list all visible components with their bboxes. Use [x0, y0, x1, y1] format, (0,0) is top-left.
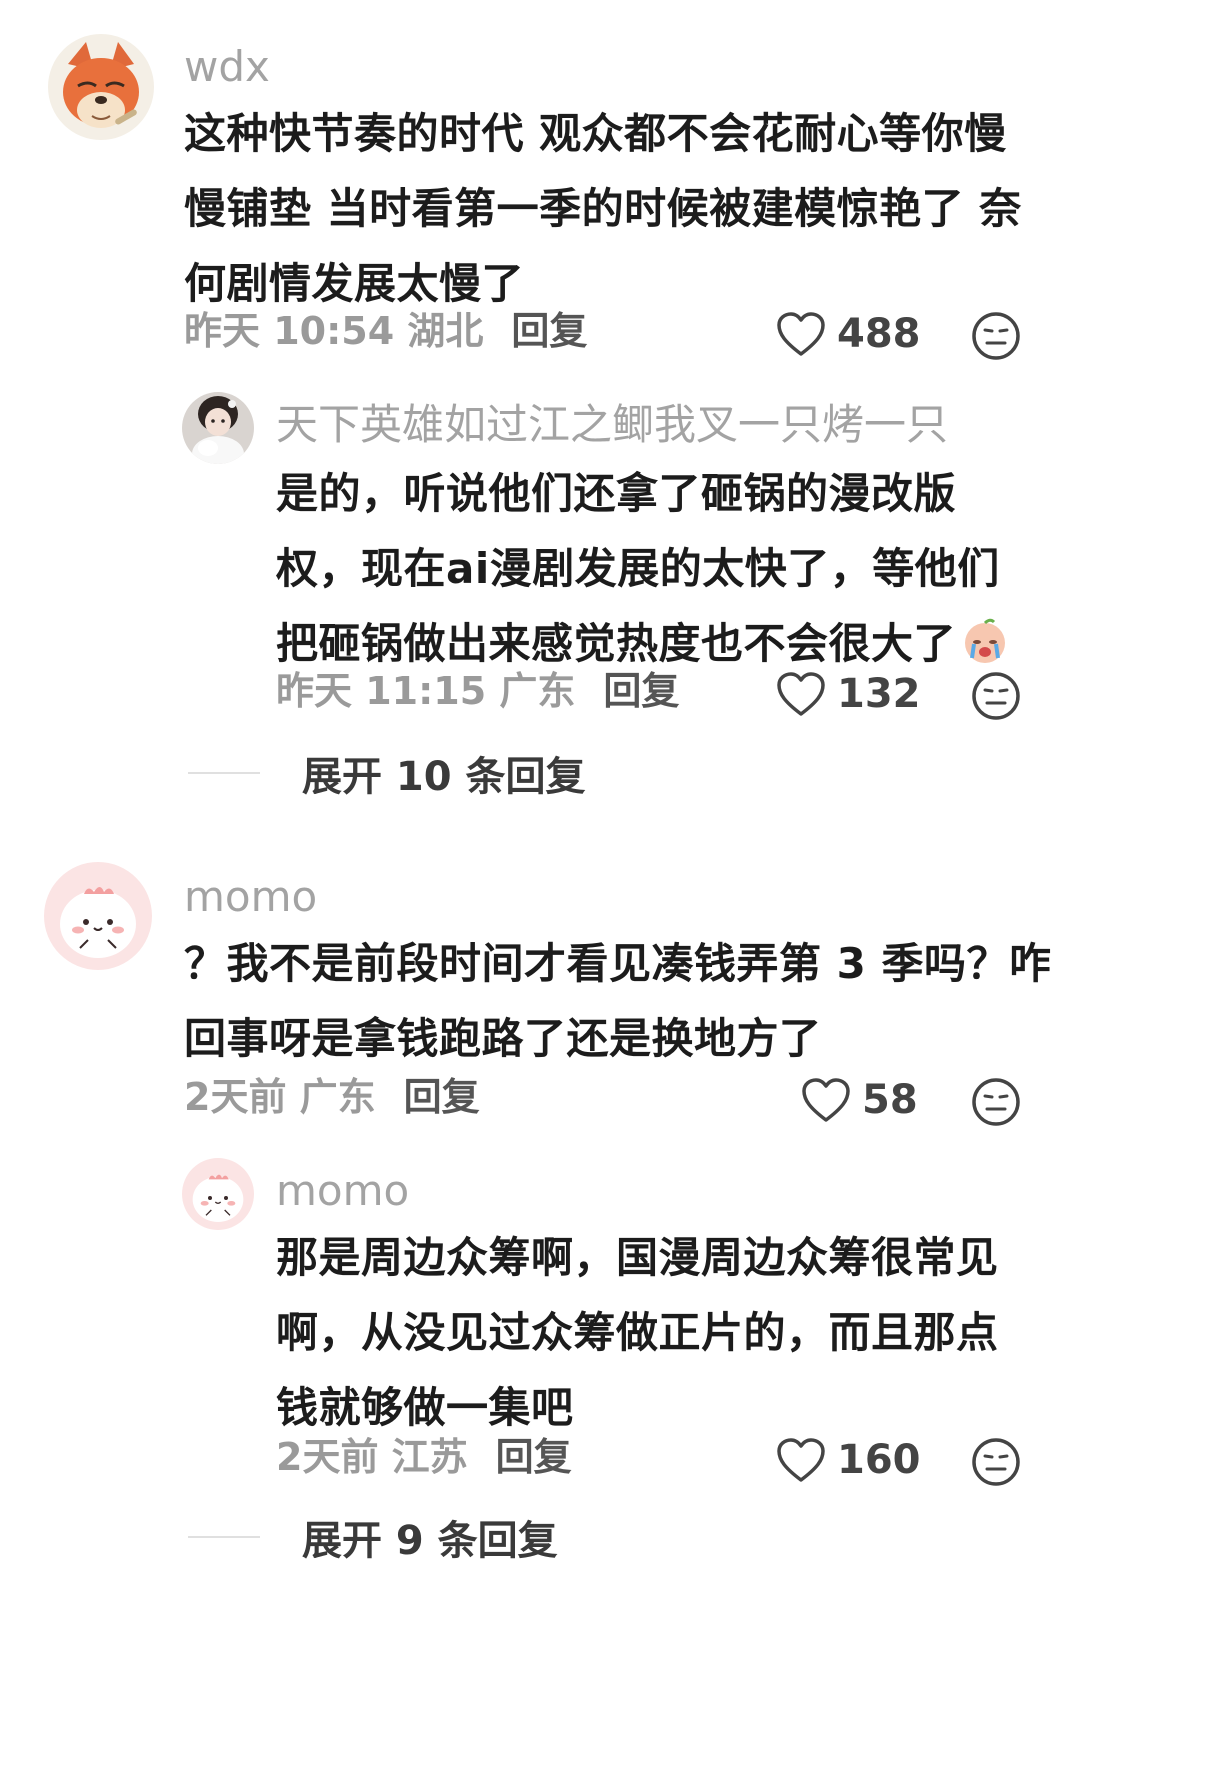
like-count: 58 — [862, 1077, 918, 1123]
comment-meta: 昨天 10:54 湖北 回复 — [184, 312, 587, 350]
timestamp-location: 2天前 江苏 — [276, 1435, 468, 1479]
reply-button[interactable]: 回复 — [603, 669, 679, 713]
comment-meta: 2天前 广东 回复 — [184, 1078, 480, 1116]
like-button[interactable]: 132 — [775, 670, 921, 718]
crying-face-emoji-icon — [965, 618, 1006, 663]
pink-dino-avatar-icon — [182, 1158, 254, 1230]
heart-icon — [777, 312, 825, 356]
comment-text: ？我不是前段时间才看见凑钱弄第 3 季吗？咋 回事呀是拿钱跑路了还是换地方了 — [184, 939, 1052, 1063]
heart-icon — [802, 1078, 850, 1122]
dislike-face-icon[interactable] — [970, 670, 1022, 722]
divider — [188, 1536, 260, 1538]
like-button[interactable]: 58 — [800, 1076, 918, 1124]
reply-button[interactable]: 回复 — [511, 309, 587, 353]
like-count: 160 — [837, 1437, 921, 1483]
expand-replies-label: 展开 9 条回复 — [302, 1518, 558, 1564]
reply-text: 是的，听说他们还拿了砸锅的漫改版 权，现在ai漫剧发展的太快了，等他们 把砸锅做… — [276, 456, 1010, 681]
avatar[interactable] — [182, 1158, 254, 1230]
expand-replies-button[interactable]: 展开 9 条回复 — [188, 1508, 558, 1566]
username[interactable]: momo — [184, 876, 317, 918]
avatar[interactable] — [48, 34, 154, 140]
avatar[interactable] — [182, 392, 254, 464]
girl-with-cat-avatar-icon — [182, 392, 254, 464]
heart-icon — [777, 1438, 825, 1482]
expand-replies-label: 展开 10 条回复 — [302, 754, 586, 800]
like-button[interactable]: 488 — [775, 310, 921, 358]
avatar[interactable] — [44, 862, 152, 970]
reply-meta: 昨天 11:15 广东 回复 — [276, 672, 679, 710]
username[interactable]: wdx — [184, 46, 270, 88]
expand-replies-button[interactable]: 展开 10 条回复 — [188, 744, 586, 802]
username[interactable]: momo — [276, 1170, 409, 1212]
dislike-face-icon[interactable] — [970, 310, 1022, 362]
like-count: 488 — [837, 311, 921, 357]
reply-button[interactable]: 回复 — [404, 1075, 480, 1119]
timestamp-location: 昨天 11:15 广东 — [276, 669, 576, 713]
dislike-face-icon[interactable] — [970, 1076, 1022, 1128]
like-button[interactable]: 160 — [775, 1436, 921, 1484]
reply-text: 那是周边众筹啊，国漫周边众筹很常见 啊，从没见过众筹做正片的，而且那点 钱就够做… — [276, 1233, 999, 1432]
dislike-face-icon[interactable] — [970, 1436, 1022, 1488]
timestamp-location: 2天前 广东 — [184, 1075, 376, 1119]
comment-text: 这种快节奏的时代 观众都不会花耐心等你慢 慢铺垫 当时看第一季的时候被建模惊艳了… — [184, 109, 1022, 308]
divider — [188, 772, 260, 774]
fox-avatar-icon — [48, 34, 154, 140]
timestamp-location: 昨天 10:54 湖北 — [184, 309, 484, 353]
like-count: 132 — [837, 671, 921, 717]
reply-button[interactable]: 回复 — [496, 1435, 572, 1479]
pink-dino-avatar-icon — [44, 862, 152, 970]
heart-icon — [777, 672, 825, 716]
username[interactable]: 天下英雄如过江之鲫我叉一只烤一只 — [276, 404, 948, 446]
reply-meta: 2天前 江苏 回复 — [276, 1438, 572, 1476]
